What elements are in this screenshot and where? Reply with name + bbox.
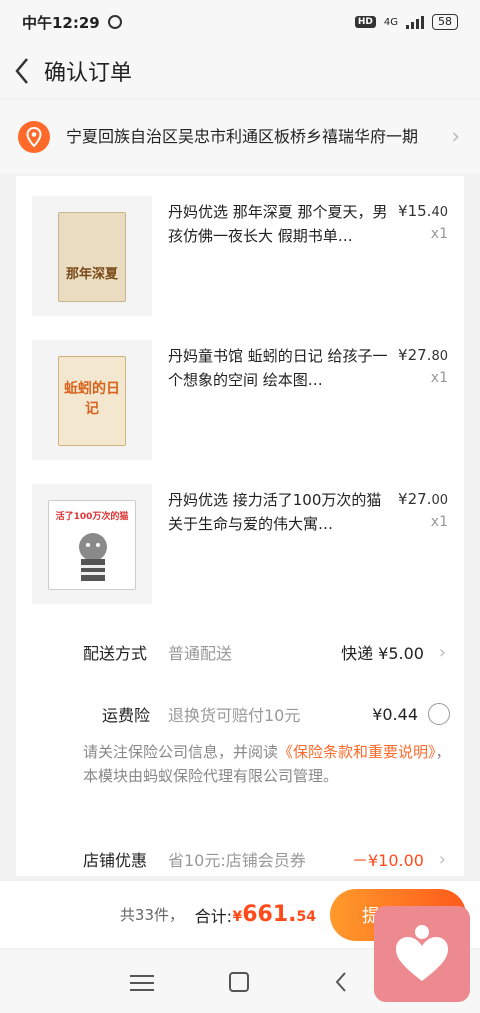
freight-insurance-sub: 退换货可赔付10元 — [168, 706, 301, 725]
cat-illustration-icon — [79, 533, 107, 581]
product-thumbnail: 蚯蚓的日记 — [32, 340, 152, 460]
store-discount-sub: 省10元:店铺会员券 — [168, 851, 306, 870]
product-title: 丹妈童书馆 蚯蚓的日记 给孩子一个想象的空间 绘本图… — [168, 347, 388, 389]
product-item[interactable]: 那年深夏 丹妈优选 那年深夏 那个夏天，男孩仿佛一夜长大 假期书单… ¥15.4… — [16, 176, 464, 316]
product-thumbnail: 那年深夏 — [32, 196, 152, 316]
product-price: ¥27.00 — [398, 490, 448, 508]
product-price: ¥27.80 — [398, 346, 448, 364]
product-title: 丹妈优选 那年深夏 那个夏天，男孩仿佛一夜长大 假期书单… — [168, 203, 388, 245]
insurance-radio[interactable] — [428, 703, 450, 725]
location-pin-icon — [18, 121, 50, 153]
delivery-value: 快递 ¥5.00 — [341, 644, 424, 663]
total-label: 合计: — [194, 906, 232, 926]
insurance-terms-link[interactable]: 《保险条款和重要说明》 — [278, 743, 436, 761]
order-card: 那年深夏 丹妈优选 那年深夏 那个夏天，男孩仿佛一夜长大 假期书单… ¥15.4… — [16, 176, 464, 876]
store-discount-value: －¥10.00 — [352, 851, 424, 870]
battery-icon: 58 — [432, 14, 458, 30]
book-cover-image: 那年深夏 — [58, 212, 126, 302]
notice-prefix: 请关注保险公司信息，并阅读 — [83, 743, 279, 761]
heart-icon — [396, 925, 448, 981]
insurance-notice: 请关注保险公司信息，并阅读《保险条款和重要说明》，本模块由蚂蚁保险代理有限公司管… — [83, 740, 453, 788]
menu-icon[interactable] — [130, 970, 154, 994]
product-price: ¥15.40 — [398, 202, 448, 220]
nav-bar: 确认订单 — [0, 44, 480, 98]
status-indicators: HD 4G 58 — [354, 14, 458, 30]
delivery-sub: 普通配送 — [168, 644, 233, 663]
store-discount-label: 店铺优惠 — [83, 851, 148, 870]
book-cover-image: 活了100万次的猫 — [48, 500, 136, 590]
freight-insurance-label: 运费险 — [102, 706, 151, 725]
back-arrow-icon[interactable] — [0, 44, 44, 98]
product-title: 丹妈优选 接力活了100万次的猫 关于生命与爱的伟大寓… — [168, 491, 382, 533]
product-qty: x1 — [430, 370, 448, 386]
delivery-label: 配送方式 — [83, 644, 148, 663]
product-item[interactable]: 活了100万次的猫 丹妈优选 接力活了100万次的猫 关于生命与爱的伟大寓… ¥… — [16, 464, 464, 604]
product-qty: x1 — [430, 514, 448, 530]
chevron-right-icon: › — [438, 848, 446, 870]
freight-insurance-value: ¥0.44 — [372, 704, 418, 724]
chevron-right-icon: › — [438, 641, 446, 663]
page-title: 确认订单 — [44, 61, 133, 86]
cover-title: 蚯蚓的日记 — [64, 381, 120, 417]
home-icon[interactable] — [229, 972, 249, 992]
item-count: 共33件， — [119, 906, 184, 924]
delivery-row[interactable]: 配送方式 普通配送 快递 ¥5.00 › — [16, 636, 464, 668]
product-qty: x1 — [430, 226, 448, 242]
store-discount-row[interactable]: 店铺优惠 省10元:店铺会员券 －¥10.00 › — [16, 843, 464, 875]
network-label: 4G — [383, 16, 398, 28]
cover-title: 活了100万次的猫 — [55, 512, 129, 522]
chevron-right-icon: › — [451, 124, 460, 150]
product-thumbnail: 活了100万次的猫 — [32, 484, 152, 604]
product-item[interactable]: 蚯蚓的日记 丹妈童书馆 蚯蚓的日记 给孩子一个想象的空间 绘本图… ¥27.80… — [16, 320, 464, 460]
hd-icon: HD — [354, 16, 376, 28]
freight-insurance-row[interactable]: 运费险 退换货可赔付10元 ¥0.44 — [16, 698, 464, 730]
cover-title: 那年深夏 — [65, 267, 118, 282]
signal-icon — [406, 15, 424, 29]
status-time: 中午12:29 — [22, 13, 100, 32]
total-amount: ¥661.54 — [232, 902, 316, 927]
address-text: 宁夏回族自治区吴忠市利通区板桥乡禧瑞华府一期 — [66, 127, 419, 146]
status-bar: 中午12:29 HD 4G 58 — [0, 0, 480, 44]
alarm-icon — [107, 15, 122, 29]
back-icon[interactable] — [334, 970, 358, 994]
book-cover-image: 蚯蚓的日记 — [58, 356, 126, 446]
floating-heart-widget[interactable] — [374, 906, 470, 1002]
address-card[interactable]: 宁夏回族自治区吴忠市利通区板桥乡禧瑞华府一期 › — [0, 100, 480, 174]
